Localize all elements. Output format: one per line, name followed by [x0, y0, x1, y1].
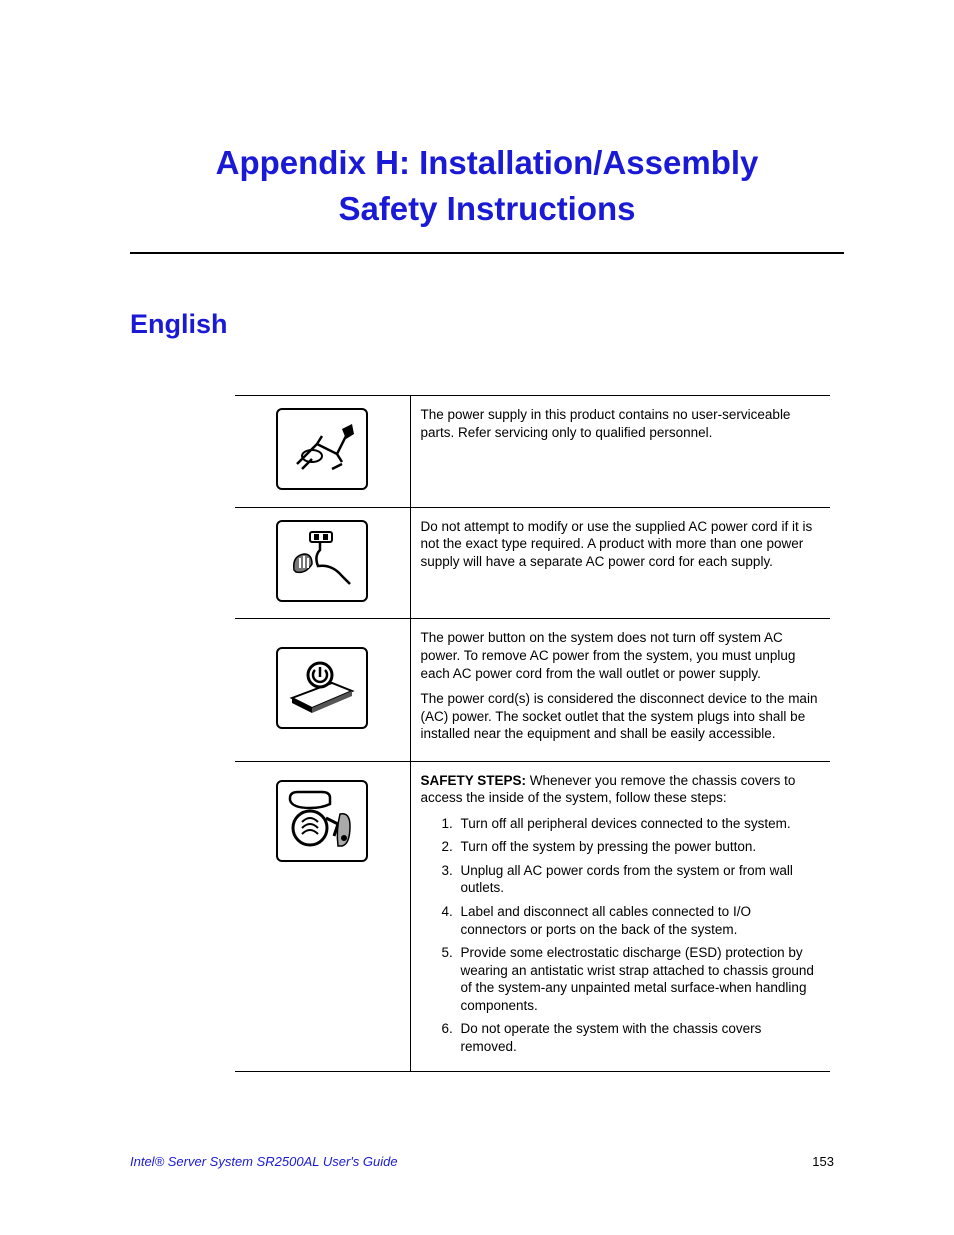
row-text: SAFETY STEPS: Whenever you remove the ch…: [410, 761, 830, 1072]
title-line-1: Appendix H: Installation/Assembly: [216, 144, 759, 181]
icon-cell: [235, 507, 410, 619]
page-footer: Intel® Server System SR2500AL User's Gui…: [130, 1154, 834, 1169]
icon-cell: [235, 761, 410, 1072]
table-row: Do not attempt to modify or use the supp…: [235, 507, 830, 619]
icon-cell: [235, 396, 410, 508]
list-item: Turn off the system by pressing the powe…: [457, 838, 821, 856]
para-1: The power button on the system does not …: [421, 629, 821, 682]
list-item: Unplug all AC power cords from the syste…: [457, 862, 821, 897]
safety-table: The power supply in this product contain…: [235, 395, 830, 1072]
section-heading: English: [130, 309, 844, 340]
row-text: Do not attempt to modify or use the supp…: [410, 507, 830, 619]
row-text: The power button on the system does not …: [410, 619, 830, 761]
safety-steps-icon: [276, 780, 368, 862]
para-2: The power cord(s) is considered the disc…: [421, 690, 821, 743]
list-item: Label and disconnect all cables connecte…: [457, 903, 821, 938]
power-button-icon: [276, 647, 368, 729]
safety-steps-list: Turn off all peripheral devices connecte…: [421, 815, 821, 1056]
list-item: Do not operate the system with the chass…: [457, 1020, 821, 1055]
icon-cell: [235, 619, 410, 761]
safety-steps-label: SAFETY STEPS:: [421, 773, 527, 788]
title-line-2: Safety Instructions: [338, 190, 635, 227]
safety-steps-intro: SAFETY STEPS: Whenever you remove the ch…: [421, 772, 821, 807]
list-item: Provide some electrostatic discharge (ES…: [457, 944, 821, 1014]
servicing-icon: [276, 408, 368, 490]
list-item: Turn off all peripheral devices connecte…: [457, 815, 821, 833]
footer-page-number: 153: [812, 1154, 834, 1169]
row-text: The power supply in this product contain…: [410, 396, 830, 508]
page-title: Appendix H: Installation/Assembly Safety…: [130, 140, 844, 254]
no-cord-modify-icon: [276, 520, 368, 602]
table-row: SAFETY STEPS: Whenever you remove the ch…: [235, 761, 830, 1072]
footer-doc-title: Intel® Server System SR2500AL User's Gui…: [130, 1154, 398, 1169]
table-row: The power supply in this product contain…: [235, 396, 830, 508]
table-row: The power button on the system does not …: [235, 619, 830, 761]
